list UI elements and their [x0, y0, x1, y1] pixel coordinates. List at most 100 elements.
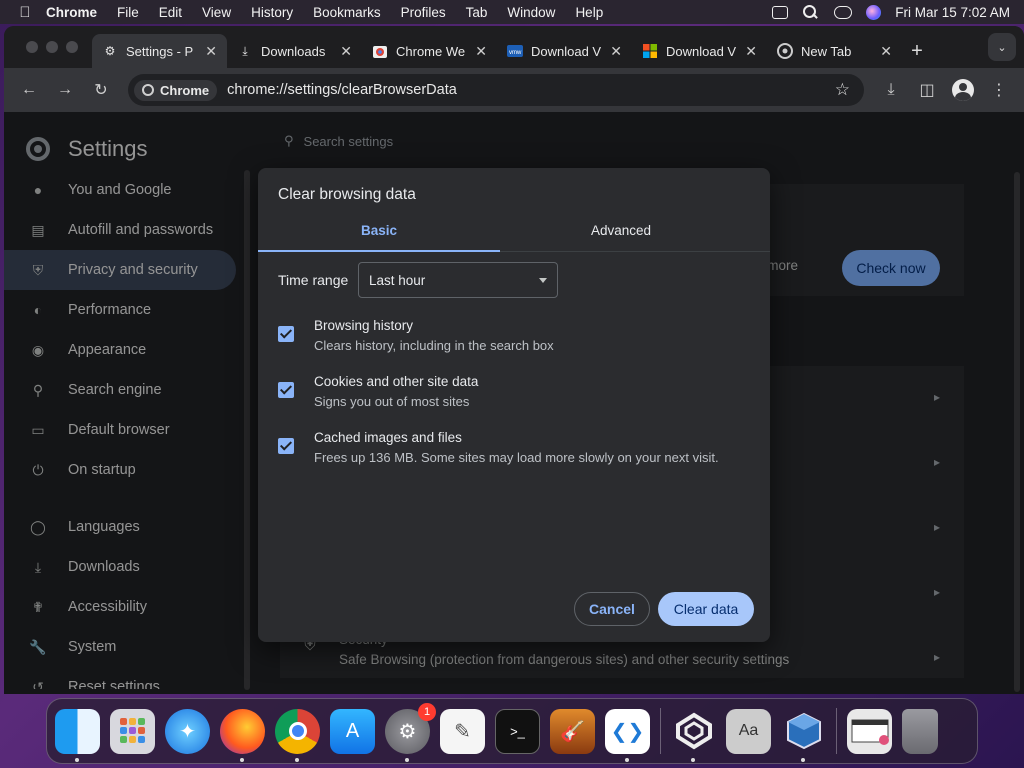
close-icon[interactable]: ✕ — [745, 43, 757, 60]
running-indicator — [75, 757, 79, 762]
address-bar[interactable]: Chrome chrome://settings/clearBrowserDat… — [128, 74, 864, 106]
firefox-icon[interactable] — [220, 708, 265, 762]
tab-title: Download V — [666, 43, 737, 59]
close-icon[interactable]: ✕ — [340, 43, 352, 60]
zoom-window-button[interactable] — [66, 41, 78, 53]
menu-button[interactable]: ⋮ — [984, 75, 1014, 105]
menu-view[interactable]: View — [202, 5, 231, 20]
vmware-icon[interactable] — [671, 709, 716, 762]
back-button[interactable]: ← — [14, 75, 44, 105]
running-indicator — [295, 757, 299, 762]
running-indicator — [625, 757, 629, 762]
spotlight-search-icon[interactable] — [802, 5, 820, 19]
option-title: Cached images and files — [314, 430, 462, 445]
apple-menu-icon[interactable]:  — [14, 4, 36, 21]
virtualbox-icon[interactable] — [781, 709, 826, 762]
tab-downloads[interactable]: ⤓ Downloads ✕ — [227, 34, 362, 68]
system-settings-icon[interactable]: ⚙ 1 — [385, 702, 436, 762]
bookmark-star-icon[interactable]: ☆ — [835, 80, 850, 100]
dock-separator — [836, 708, 837, 754]
option-subtitle: Frees up 136 MB. Some sites may load mor… — [314, 450, 719, 465]
browsing-history-checkbox[interactable] — [278, 326, 294, 342]
reload-button[interactable]: ↻ — [86, 75, 116, 105]
site-info-chip[interactable]: Chrome — [134, 79, 218, 101]
close-window-button[interactable] — [26, 41, 38, 53]
close-icon[interactable]: ✕ — [880, 43, 892, 60]
dock-separator — [660, 708, 661, 754]
garageband-icon[interactable]: 🎸 — [550, 708, 595, 754]
menu-bookmarks[interactable]: Bookmarks — [313, 5, 381, 20]
clear-data-button[interactable]: Clear data — [658, 592, 754, 626]
app-store-icon[interactable]: A — [330, 708, 375, 754]
textedit-icon[interactable]: ✎ — [440, 708, 485, 754]
tab-title: New Tab — [801, 43, 852, 59]
running-indicator — [691, 757, 695, 762]
cached-images-checkbox[interactable] — [278, 438, 294, 454]
siri-icon[interactable] — [866, 4, 882, 20]
time-range-select[interactable]: Last hour — [358, 262, 558, 298]
cookies-checkbox[interactable] — [278, 382, 294, 398]
tab-settings[interactable]: ⚙ Settings - P ✕ — [92, 34, 227, 68]
safari-icon[interactable]: ✦ — [165, 708, 210, 754]
minimize-window-button[interactable] — [46, 41, 58, 53]
option-cookies: Cookies and other site data Signs you ou… — [278, 372, 478, 412]
menu-history[interactable]: History — [251, 5, 293, 20]
menu-app-name[interactable]: Chrome — [46, 5, 97, 20]
chrome-icon — [142, 84, 154, 96]
notification-badge: 1 — [418, 702, 436, 721]
trash-icon[interactable] — [902, 708, 938, 754]
tab-download-microsoft[interactable]: Download V ✕ — [632, 34, 767, 68]
option-subtitle: Signs you out of most sites — [314, 394, 470, 409]
option-cached-images: Cached images and files Frees up 136 MB.… — [278, 428, 719, 468]
option-browsing-history: Browsing history Clears history, includi… — [278, 316, 554, 356]
menu-window[interactable]: Window — [507, 5, 555, 20]
close-icon[interactable]: ✕ — [475, 43, 487, 60]
new-tab-button[interactable]: + — [902, 34, 932, 68]
microsoft-icon — [642, 43, 658, 59]
close-icon[interactable]: ✕ — [610, 43, 622, 60]
tab-basic[interactable]: Basic — [258, 216, 500, 252]
chrome-center — [288, 722, 307, 740]
forward-button[interactable]: → — [50, 75, 80, 105]
finder-icon[interactable] — [55, 708, 100, 762]
time-range-label: Time range — [278, 272, 349, 288]
chrome-icon[interactable] — [275, 708, 320, 762]
menu-tab[interactable]: Tab — [466, 5, 488, 20]
running-indicator — [801, 757, 805, 762]
menubar-clock[interactable]: Fri Mar 15 7:02 AM — [895, 5, 1010, 20]
tab-title: Download V — [531, 43, 602, 59]
terminal-icon[interactable]: >_ — [495, 708, 540, 754]
avatar — [952, 79, 974, 101]
tab-strip: ⚙ Settings - P ✕ ⤓ Downloads ✕ Chrome We… — [4, 26, 1024, 68]
running-indicator — [240, 757, 244, 762]
dialog-tabs: Basic Advanced — [258, 216, 770, 252]
tab-title: Settings - P — [126, 43, 194, 59]
menu-edit[interactable]: Edit — [159, 5, 182, 20]
tab-chrome-web-store[interactable]: Chrome We ✕ — [362, 34, 497, 68]
tab-search-button[interactable]: ⌄ — [988, 33, 1016, 61]
tab-title: Downloads — [261, 43, 326, 59]
dictionary-icon[interactable]: Aa — [726, 708, 771, 754]
screen-mirroring-icon[interactable] — [772, 5, 789, 19]
vmware-icon: vmw — [507, 43, 523, 59]
downloads-button[interactable]: ⤓ — [876, 75, 906, 105]
menu-file[interactable]: File — [117, 5, 139, 20]
menu-profiles[interactable]: Profiles — [401, 5, 446, 20]
launchpad-icon[interactable] — [110, 708, 155, 754]
option-subtitle: Clears history, including in the search … — [314, 338, 554, 353]
tab-new-tab[interactable]: New Tab ✕ — [767, 34, 902, 68]
gear-icon: ⚙ — [104, 44, 116, 58]
window-controls — [4, 41, 92, 53]
cancel-button[interactable]: Cancel — [574, 592, 650, 626]
url-text[interactable]: chrome://settings/clearBrowserData — [227, 82, 835, 98]
close-icon[interactable]: ✕ — [205, 43, 217, 60]
vscode-icon[interactable]: ❮❯ — [605, 708, 650, 762]
menu-help[interactable]: Help — [575, 5, 603, 20]
tab-advanced[interactable]: Advanced — [500, 216, 742, 251]
profile-button[interactable] — [948, 75, 978, 105]
downloads-stack-icon[interactable] — [847, 708, 892, 754]
side-panel-button[interactable]: ◫ — [912, 75, 942, 105]
tab-download-vmware[interactable]: vmw Download V ✕ — [497, 34, 632, 68]
control-center-icon[interactable] — [834, 5, 853, 19]
chevron-down-icon — [539, 278, 547, 283]
